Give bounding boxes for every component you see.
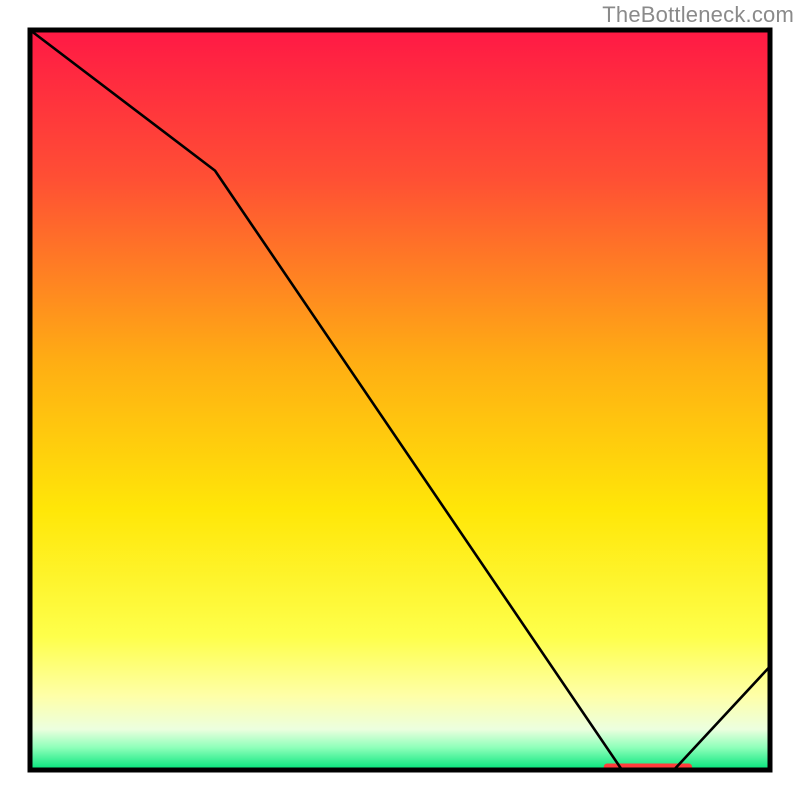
plot-background [30,30,770,770]
attribution-text: TheBottleneck.com [602,2,794,28]
chart-svg [0,0,800,800]
chart-container: TheBottleneck.com [0,0,800,800]
